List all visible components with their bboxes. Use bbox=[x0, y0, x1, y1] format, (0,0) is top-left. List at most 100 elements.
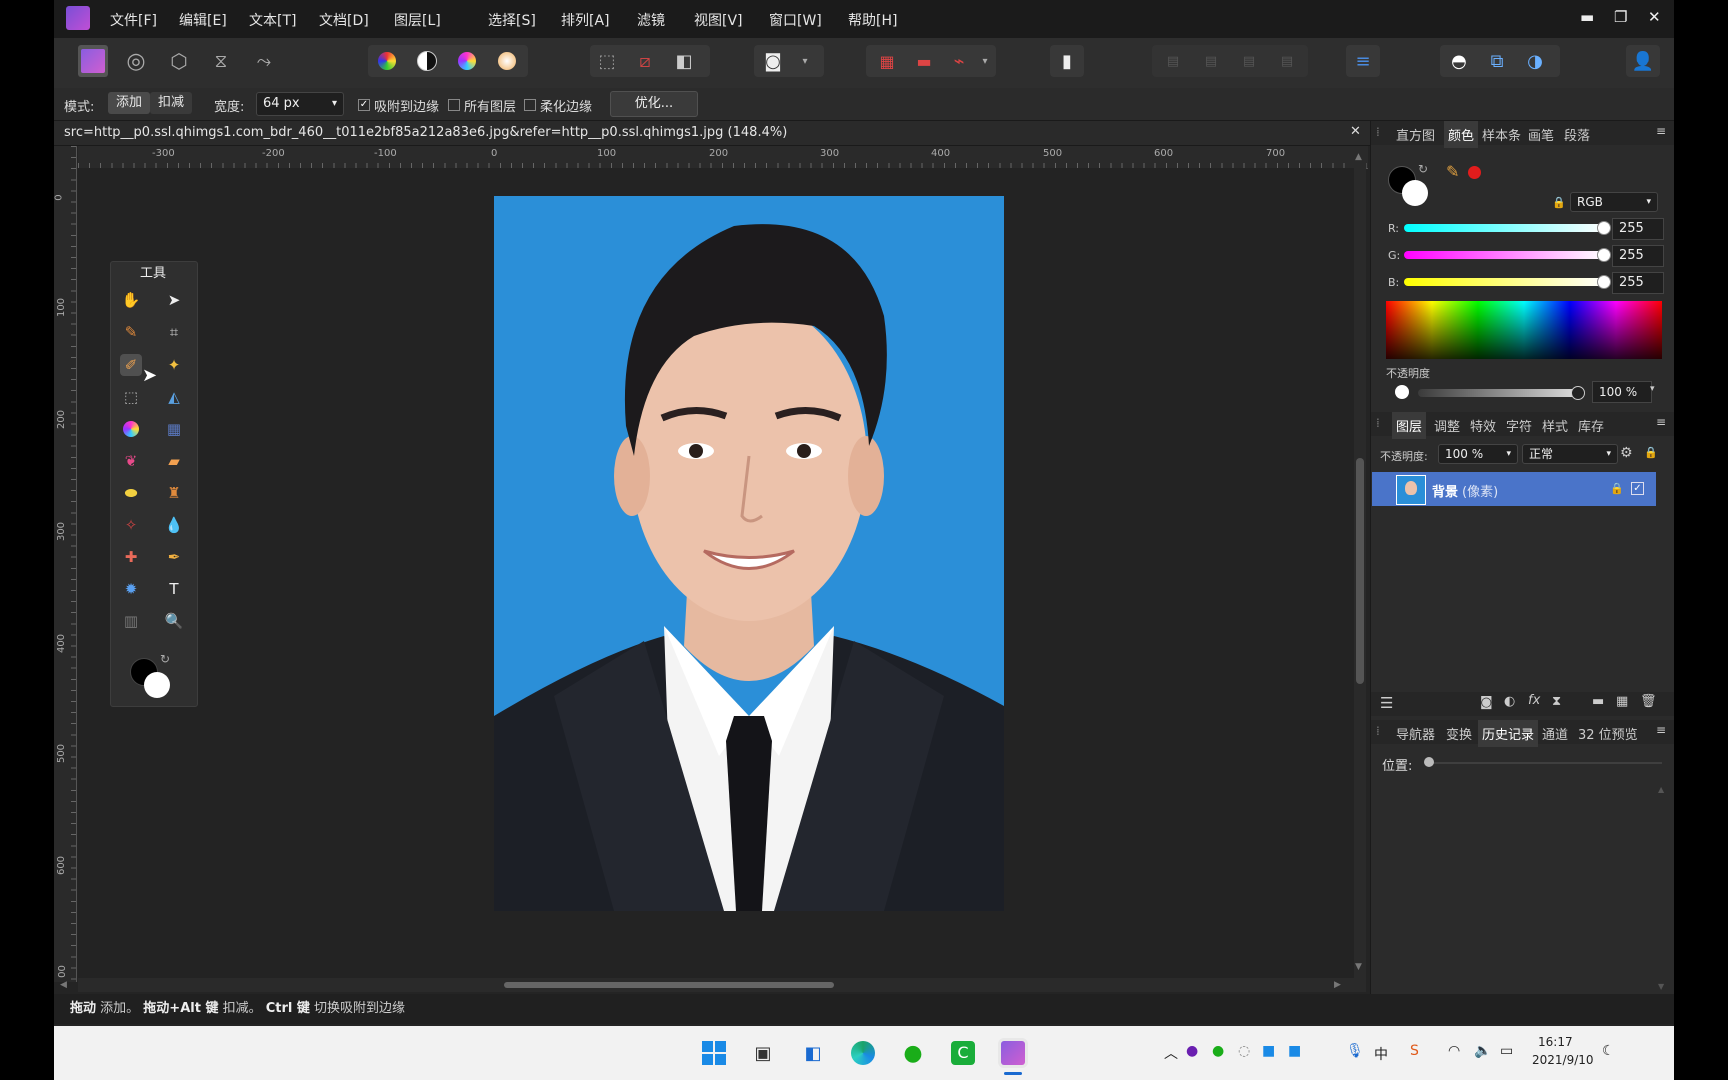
adjustment-layer-icon[interactable]: ◐ bbox=[1504, 694, 1515, 709]
chevron-down-icon[interactable]: ▾ bbox=[790, 45, 820, 77]
select-all-icon[interactable]: ⬚ bbox=[592, 45, 622, 77]
b-slider-handle[interactable] bbox=[1597, 275, 1611, 289]
export-persona-icon[interactable]: ⤳ bbox=[249, 45, 279, 77]
fill-tool-icon[interactable]: ◭ bbox=[163, 386, 185, 408]
r-value[interactable]: 255 bbox=[1612, 218, 1664, 240]
close-icon[interactable]: ✕ bbox=[1648, 8, 1661, 26]
minimize-icon[interactable]: ▬ bbox=[1580, 8, 1594, 26]
camtasia-icon[interactable]: C bbox=[948, 1038, 978, 1068]
swap-colors-icon[interactable]: ↻ bbox=[160, 652, 170, 666]
tab-swatches[interactable]: 样本条 bbox=[1482, 125, 1521, 144]
tab-layers[interactable]: 图层 bbox=[1392, 412, 1427, 439]
develop-persona-icon[interactable]: ⬡ bbox=[164, 45, 194, 77]
tab-histogram[interactable]: 直方图 bbox=[1396, 125, 1435, 144]
bluetooth-icon[interactable]: ■ bbox=[1288, 1043, 1301, 1059]
snap-edges-checkbox[interactable]: ✓ bbox=[358, 99, 370, 111]
opacity-slider-handle[interactable] bbox=[1571, 386, 1585, 400]
r-slider-handle[interactable] bbox=[1597, 221, 1611, 235]
width-select[interactable]: 64 px ▾ bbox=[256, 92, 344, 116]
b-value[interactable]: 255 bbox=[1612, 272, 1664, 294]
delete-layer-icon[interactable]: 🗑 bbox=[1640, 694, 1657, 709]
user-account-icon[interactable]: 👤 bbox=[1628, 45, 1658, 77]
wifi-icon[interactable]: ◠ bbox=[1448, 1043, 1460, 1059]
close-document-icon[interactable]: ✕ bbox=[1350, 124, 1361, 139]
edge-browser-icon[interactable] bbox=[848, 1038, 878, 1068]
menu-file[interactable]: 文件[F] bbox=[110, 10, 157, 30]
zoom-tool-icon[interactable]: 🔍 bbox=[163, 610, 185, 632]
mask-layer-icon[interactable]: ◙ bbox=[1480, 695, 1493, 710]
tab-channels[interactable]: 通道 bbox=[1542, 724, 1568, 743]
photo-persona-icon[interactable] bbox=[78, 45, 108, 77]
auto-contrast-icon[interactable] bbox=[412, 45, 442, 77]
layer-settings-gear-icon[interactable]: ⚙ bbox=[1620, 445, 1633, 461]
gradient-tool-icon[interactable] bbox=[120, 418, 142, 440]
panel-grip-icon[interactable]: ⁞ bbox=[1376, 125, 1380, 139]
eyedropper-icon[interactable]: ✎ bbox=[1446, 162, 1459, 181]
blur-tool-icon[interactable]: 💧 bbox=[163, 514, 185, 536]
tab-navigator[interactable]: 导航器 bbox=[1396, 724, 1435, 743]
layer-opacity-select[interactable]: 100 % ▾ bbox=[1438, 444, 1518, 464]
paint-brush-tool-icon[interactable]: ❦ bbox=[120, 450, 142, 472]
tray-overflow-icon[interactable]: ︿ bbox=[1164, 1043, 1178, 1063]
tray-app-icon[interactable]: ● bbox=[1212, 1043, 1224, 1059]
eraser-tool-icon[interactable]: ▰ bbox=[163, 450, 185, 472]
color-opacity-value[interactable]: 100 % bbox=[1592, 381, 1652, 403]
snapping-magnet-icon[interactable]: ▬ bbox=[909, 45, 939, 77]
fx-icon[interactable]: fx bbox=[1528, 693, 1540, 708]
tab-paragraph[interactable]: 段落 bbox=[1564, 125, 1590, 144]
healing-brush-tool-icon[interactable]: ✚ bbox=[120, 546, 142, 568]
menu-view[interactable]: 视图[V] bbox=[694, 10, 743, 30]
pen-tool-icon[interactable]: ✒ bbox=[163, 546, 185, 568]
tab-stock[interactable]: 库存 bbox=[1578, 416, 1604, 435]
g-value[interactable]: 255 bbox=[1612, 245, 1664, 267]
microphone-icon[interactable]: 🎙 bbox=[1346, 1043, 1364, 1059]
smudge-tool-icon[interactable]: ✧ bbox=[120, 514, 142, 536]
panel-menu-icon[interactable]: ≡ bbox=[1656, 723, 1666, 737]
start-icon[interactable] bbox=[699, 1038, 729, 1068]
focus-assist-moon-icon[interactable]: ☾ bbox=[1602, 1043, 1615, 1059]
tab-effects[interactable]: 特效 bbox=[1470, 416, 1496, 435]
menu-help[interactable]: 帮助[H] bbox=[848, 10, 897, 30]
panel-menu-icon[interactable]: ≡ bbox=[1656, 124, 1666, 138]
opacity-slider[interactable] bbox=[1418, 389, 1578, 397]
panel-swap-colors-icon[interactable]: ↻ bbox=[1418, 162, 1428, 176]
combine-icon[interactable]: ◓ bbox=[1444, 45, 1474, 77]
invert-selection-icon[interactable]: ◧ bbox=[669, 45, 699, 77]
r-slider[interactable] bbox=[1404, 224, 1604, 232]
menu-edit[interactable]: 编辑[E] bbox=[179, 10, 227, 30]
layer-lock-icon[interactable]: 🔒 bbox=[1644, 446, 1658, 459]
blend-mode-select[interactable]: 正常 ▾ bbox=[1522, 444, 1618, 464]
tab-adjustments[interactable]: 调整 bbox=[1434, 416, 1460, 435]
refine-button[interactable]: 优化... bbox=[610, 91, 698, 117]
new-pixel-layer-icon[interactable]: ▦ bbox=[1616, 694, 1628, 709]
color-model-select[interactable]: RGB ▾ bbox=[1570, 192, 1658, 212]
picked-color-swatch[interactable] bbox=[1468, 166, 1481, 179]
panel-bg-color-swatch[interactable] bbox=[1402, 180, 1428, 206]
panel-menu-icon[interactable]: ≡ bbox=[1656, 415, 1666, 429]
move-tool-icon[interactable]: ➤ bbox=[163, 289, 185, 311]
sogou-ime-icon[interactable]: S bbox=[1410, 1043, 1419, 1059]
tab-transform[interactable]: 变换 bbox=[1446, 724, 1472, 743]
g-slider[interactable] bbox=[1404, 251, 1604, 259]
selection-brush-tool-icon[interactable]: ✐ bbox=[120, 354, 142, 376]
align-icon[interactable]: ≡ bbox=[1348, 45, 1378, 77]
menu-select[interactable]: 选择[S] bbox=[488, 10, 536, 30]
layer-visibility-checkbox[interactable]: ✓ bbox=[1631, 482, 1644, 495]
context-toolbar-icon[interactable]: ▮ bbox=[1052, 45, 1082, 77]
scroll-right-icon[interactable]: ▶ bbox=[1334, 980, 1341, 990]
panel-grip-icon[interactable]: ⁞ bbox=[1376, 724, 1380, 738]
color-spectrum[interactable] bbox=[1386, 301, 1662, 359]
menu-document[interactable]: 文档[D] bbox=[319, 10, 369, 30]
intersect-icon[interactable]: ⧉ bbox=[1482, 45, 1512, 77]
tray-app-icon[interactable]: ◌ bbox=[1238, 1043, 1250, 1059]
flood-select-tool-icon[interactable]: ✦ bbox=[163, 354, 185, 376]
marquee-tool-icon[interactable]: ⬚ bbox=[120, 386, 142, 408]
vertical-scroll-thumb[interactable] bbox=[1356, 458, 1364, 684]
white-balance-icon[interactable] bbox=[492, 45, 522, 77]
ime-indicator[interactable]: 中 bbox=[1374, 1044, 1388, 1064]
scroll-up-icon[interactable]: ▲ bbox=[1355, 152, 1362, 162]
b-slider[interactable] bbox=[1404, 278, 1604, 286]
menu-text[interactable]: 文本[T] bbox=[249, 10, 296, 30]
layers-stack-icon[interactable]: ☰ bbox=[1380, 694, 1393, 712]
menu-arrange[interactable]: 排列[A] bbox=[561, 10, 610, 30]
